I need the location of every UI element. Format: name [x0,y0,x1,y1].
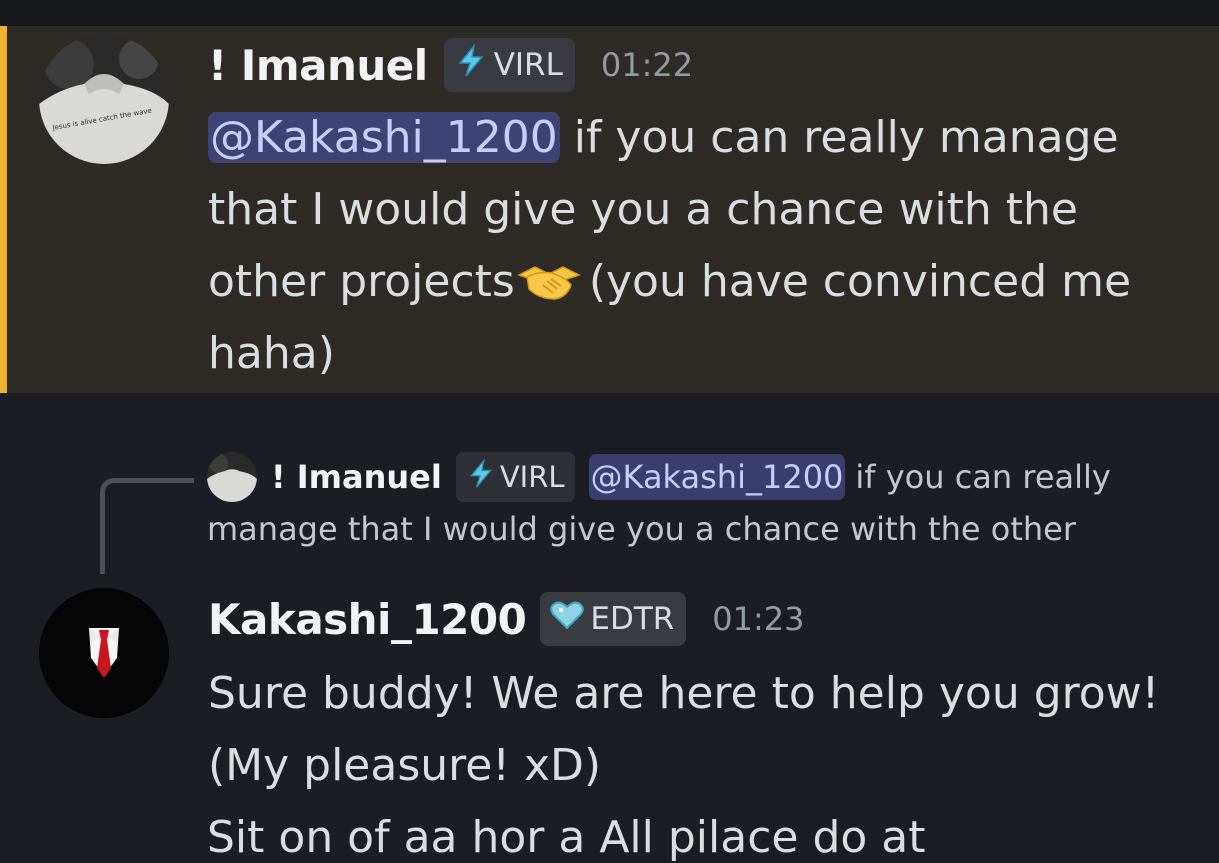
message-line-1: @Kakashi_1200 if you can really manage [208,102,1119,174]
lightning-icon [454,43,488,86]
lightning-icon [466,457,496,496]
message-line-4: haha) [208,318,335,390]
reply-role-badge[interactable]: VIRL [455,452,575,502]
user-mention[interactable]: @Kakashi_1200 [208,112,560,163]
role-badge[interactable]: EDTR [540,592,687,646]
reply-avatar[interactable] [207,452,257,502]
message-text: if you can really manage [559,112,1119,163]
handshake-icon[interactable] [516,259,581,305]
reply-connector [100,478,194,574]
badge-label: VIRL [499,460,565,494]
avatar[interactable]: Jesus is alive catch the wave [39,34,169,164]
cutoff-message-text: Sit on of aa hor a All pilace do at [207,812,926,863]
message-line-2: (My pleasure! xD) [208,730,601,802]
reply-text: if you can really [855,458,1111,496]
mention-highlight-bar [0,26,7,393]
reply-username[interactable]: ! Imanuel [271,458,442,496]
message-line-2: that I would give you a chance with the [208,174,1078,246]
timestamp: 01:23 [712,600,805,638]
heart-icon [550,600,585,638]
message-text: haha) [208,328,335,379]
avatar[interactable] [39,588,169,718]
message-line-3: other projects (you have convinced me [208,246,1131,318]
reply-preview[interactable]: ! Imanuel VIRL @Kakashi_1200 if you can … [207,452,1111,502]
message-text: (you have convinced me [588,256,1132,307]
role-badge[interactable]: VIRL [443,38,575,92]
message-text: that I would give you a chance with the [208,184,1078,235]
reply-mention[interactable]: @Kakashi_1200 [588,454,846,500]
message-text: Sure buddy! We are here to help you grow… [208,668,1160,719]
message-highlighted[interactable]: Jesus is alive catch the wave ! Imanuel … [0,26,1219,393]
message-header: Kakashi_1200 EDTR 01:23 [208,592,805,646]
message-text: (My pleasure! xD) [208,740,602,791]
top-bar [0,0,1219,26]
badge-label: EDTR [590,601,675,637]
username[interactable]: ! Imanuel [208,41,428,90]
message-text: other projects [208,256,515,307]
timestamp: 01:22 [600,46,694,84]
badge-label: VIRL [493,47,563,83]
reply-text-line-2: manage that I would give you a chance wi… [207,510,1076,548]
username[interactable]: Kakashi_1200 [208,595,527,644]
message-header: ! Imanuel VIRL 01:22 [208,38,693,92]
message-line-1: Sure buddy! We are here to help you grow… [208,658,1159,730]
